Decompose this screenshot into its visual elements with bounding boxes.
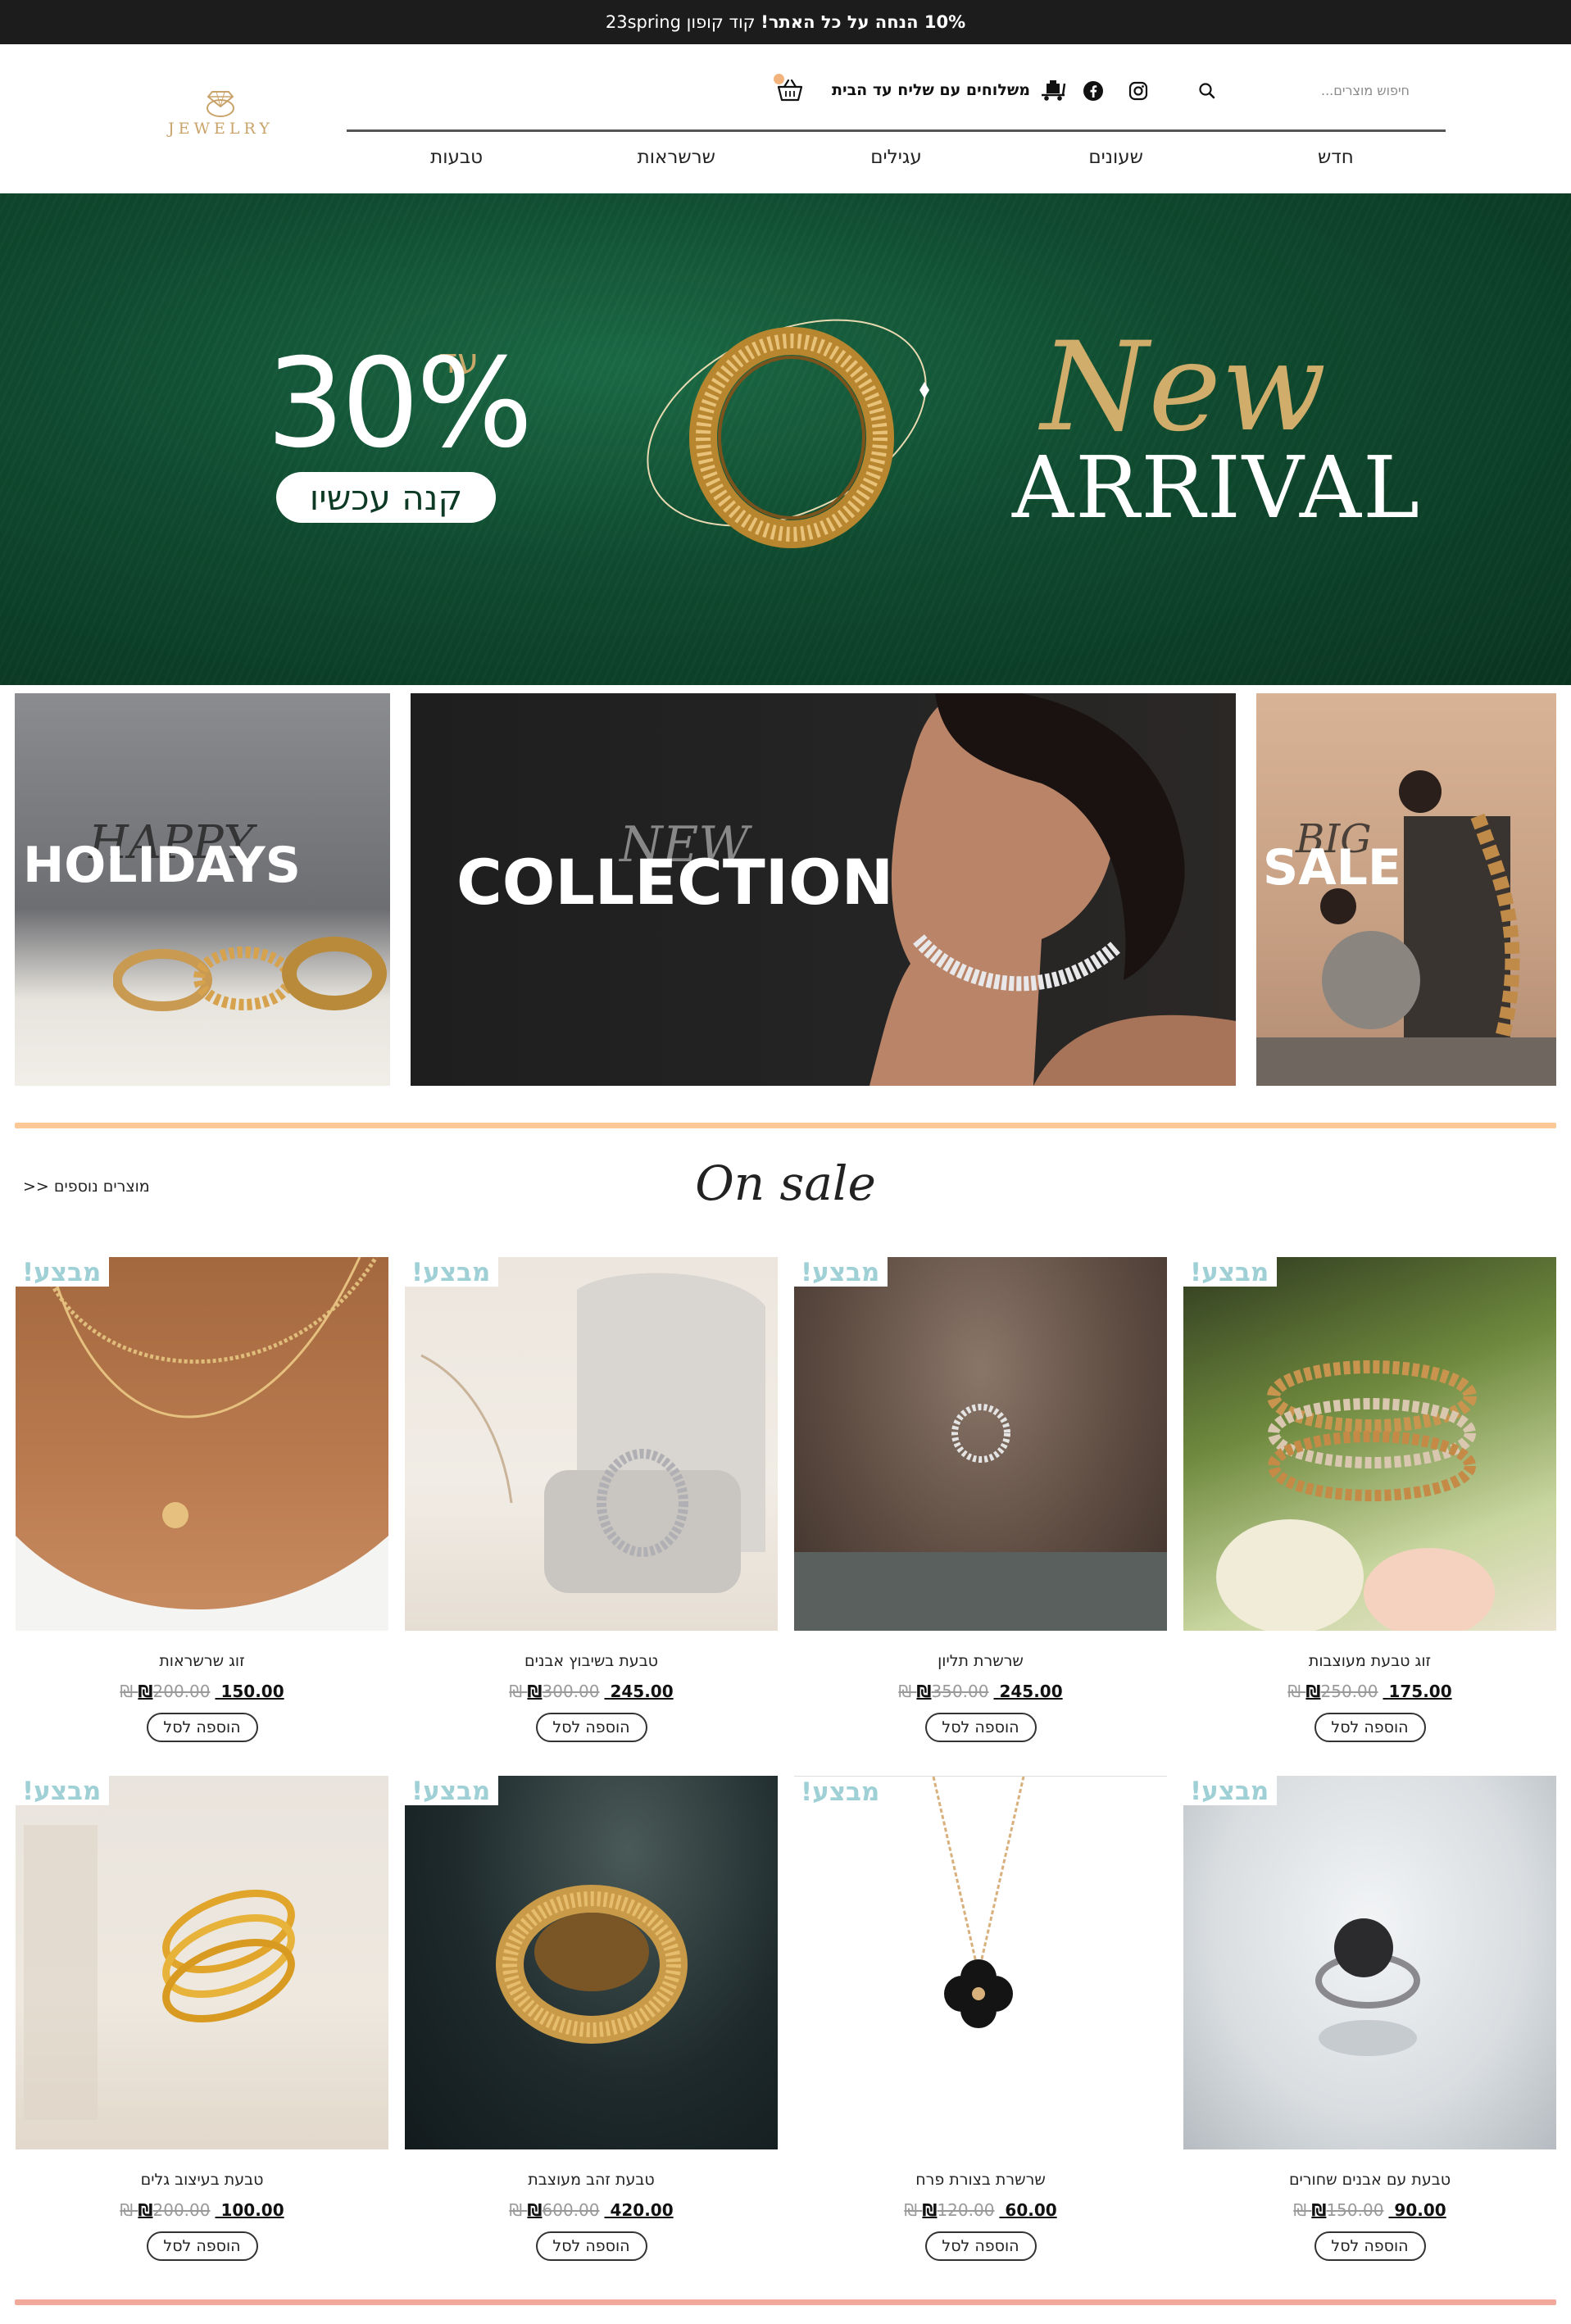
product-image[interactable]: מבצע! bbox=[16, 1257, 388, 1631]
shop-now-button[interactable]: קנה עכשיו bbox=[276, 472, 496, 523]
add-to-cart-button[interactable]: הוספה לסל bbox=[535, 2231, 647, 2261]
product-card[interactable]: מבצע! זוג שרשראות 150.00 ₪200.00 ₪ הוספה… bbox=[16, 1257, 388, 1742]
sale-badge: מבצע! bbox=[1183, 1776, 1278, 1805]
product-price: 245.00 ₪300.00 ₪ bbox=[509, 1682, 674, 1701]
sale-badge: מבצע! bbox=[794, 1777, 888, 1806]
sale-badge: מבצע! bbox=[16, 1257, 110, 1287]
gold-ring-image bbox=[647, 319, 929, 548]
add-to-cart-button[interactable]: הוספה לסל bbox=[535, 1713, 647, 1742]
product-price: 100.00 ₪200.00 ₪ bbox=[120, 2200, 284, 2220]
hero-arrival: ARRIVAL bbox=[1012, 438, 1422, 538]
product-card[interactable]: מבצע! טבעת עם אבנים שחורים 90.00 ₪150.00… bbox=[1183, 1776, 1556, 2261]
product-image[interactable]: מבצע! bbox=[794, 1257, 1167, 1631]
product-card[interactable]: מבצע! שרשרת בצורת פרח 60.00 ₪120.00 ₪ הו… bbox=[794, 1776, 1167, 2261]
announcement-code: קוד קופון 23spring bbox=[605, 12, 756, 32]
shipping-text: משלוחים עם שליח עד הבית bbox=[832, 81, 1030, 99]
tile-holidays-title: HOLIDAYS bbox=[23, 837, 301, 894]
site-logo[interactable]: JEWELRY bbox=[168, 85, 273, 143]
product-price: 175.00 ₪250.00 ₪ bbox=[1287, 1682, 1452, 1701]
section-title: On sale bbox=[695, 1155, 876, 1211]
sale-badge: מבצע! bbox=[405, 1257, 499, 1287]
product-card[interactable]: מבצע! שרשרת תליון 245.00 ₪350.00 ₪ הוספה… bbox=[794, 1257, 1167, 1742]
cart-badge bbox=[774, 74, 784, 84]
product-image[interactable]: מבצע! bbox=[794, 1776, 1167, 2149]
add-to-cart-button[interactable]: הוספה לסל bbox=[146, 1713, 258, 1742]
add-to-cart-button[interactable]: הוספה לסל bbox=[146, 2231, 258, 2261]
product-image[interactable]: מבצע! bbox=[405, 1776, 778, 2149]
product-name[interactable]: טבעת בשיבוץ אבנים bbox=[405, 1652, 778, 1670]
sale-badge: מבצע! bbox=[1183, 1257, 1278, 1287]
section-divider-top bbox=[15, 1123, 1556, 1128]
shipping-info: משלוחים עם שליח עד הבית bbox=[832, 75, 1066, 105]
add-to-cart-button[interactable]: הוספה לסל bbox=[924, 1713, 1037, 1742]
tile-sale-title: SALE bbox=[1263, 839, 1401, 896]
add-to-cart-button[interactable]: הוספה לסל bbox=[924, 2231, 1037, 2261]
instagram-icon[interactable] bbox=[1124, 77, 1152, 105]
product-name[interactable]: שרשרת בצורת פרח bbox=[794, 2171, 1167, 2189]
cart-button[interactable] bbox=[774, 74, 806, 107]
tile-collection[interactable]: NEW COLLECTION bbox=[411, 693, 1236, 1086]
rings-photo bbox=[113, 937, 387, 1011]
diamond-ring-icon bbox=[207, 91, 234, 117]
section-divider-bottom bbox=[15, 2299, 1556, 2305]
facebook-icon[interactable] bbox=[1079, 77, 1107, 105]
hero-banner[interactable]: עד 30% קנה עכשיו New ARRIVAL bbox=[0, 193, 1571, 685]
nav-item-earrings[interactable]: עגילים bbox=[786, 141, 1006, 174]
sale-badge: מבצע! bbox=[405, 1776, 499, 1805]
nav-item-necklaces[interactable]: שרשראות bbox=[566, 141, 786, 174]
product-name[interactable]: טבעת זהב מעוצבת bbox=[405, 2171, 778, 2189]
search-input[interactable]: חיפוש מוצרים... bbox=[1321, 83, 1410, 98]
main-nav: חדש שעונים עגילים שרשראות טבעות bbox=[347, 141, 1446, 174]
product-price: 150.00 ₪200.00 ₪ bbox=[120, 1682, 284, 1701]
product-card[interactable]: מבצע! טבעת זהב מעוצבת 420.00 ₪600.00 ₪ ה… bbox=[405, 1776, 778, 2261]
more-products-link[interactable]: מוצרים נוספים << bbox=[23, 1178, 150, 1196]
product-name[interactable]: טבעת בעיצוב גלים bbox=[16, 2171, 388, 2189]
search-icon[interactable] bbox=[1193, 77, 1221, 105]
product-price: 60.00 ₪120.00 ₪ bbox=[904, 2200, 1057, 2220]
delivery-cart-icon bbox=[1041, 80, 1066, 101]
product-price: 90.00 ₪150.00 ₪ bbox=[1293, 2200, 1446, 2220]
product-price: 245.00 ₪350.00 ₪ bbox=[898, 1682, 1063, 1701]
product-image[interactable]: מבצע! bbox=[1183, 1776, 1556, 2149]
hero-discount: 30% bbox=[266, 333, 533, 475]
tile-collection-title: COLLECTION bbox=[456, 846, 894, 919]
product-card[interactable]: מבצע! טבעת בשיבוץ אבנים 245.00 ₪300.00 ₪… bbox=[405, 1257, 778, 1742]
add-to-cart-button[interactable]: הוספה לסל bbox=[1314, 2231, 1426, 2261]
product-image[interactable]: מבצע! bbox=[1183, 1257, 1556, 1631]
product-name[interactable]: זוג טבעת מעוצבות bbox=[1183, 1652, 1556, 1670]
product-name[interactable]: זוג שרשראות bbox=[16, 1652, 388, 1670]
header-divider bbox=[347, 129, 1446, 132]
add-to-cart-button[interactable]: הוספה לסל bbox=[1314, 1713, 1426, 1742]
nav-item-new[interactable]: חדש bbox=[1226, 141, 1446, 174]
logo-text: JEWELRY bbox=[168, 120, 274, 138]
sale-badge: מבצע! bbox=[794, 1257, 888, 1287]
product-card[interactable]: מבצע! זוג טבעת מעוצבות 175.00 ₪250.00 ₪ … bbox=[1183, 1257, 1556, 1742]
product-image[interactable]: מבצע! bbox=[405, 1257, 778, 1631]
product-image[interactable]: מבצע! bbox=[16, 1776, 388, 2149]
nav-item-rings[interactable]: טבעות bbox=[347, 141, 566, 174]
product-name[interactable]: טבעת עם אבנים שחורים bbox=[1183, 2171, 1556, 2189]
tile-holidays[interactable]: HAPPY HOLIDAYS bbox=[15, 693, 390, 1086]
sale-badge: מבצע! bbox=[16, 1776, 110, 1805]
announcement-bold: 10% הנחה על כל האתר! bbox=[761, 12, 966, 32]
tile-sale[interactable]: BIG SALE bbox=[1256, 693, 1556, 1086]
product-name[interactable]: שרשרת תליון bbox=[794, 1652, 1167, 1670]
product-price: 420.00 ₪600.00 ₪ bbox=[509, 2200, 674, 2220]
product-card[interactable]: מבצע! טבעת בעיצוב גלים 100.00 ₪200.00 ₪ … bbox=[16, 1776, 388, 2261]
announcement-bar: 10% הנחה על כל האתר! קוד קופון 23spring bbox=[0, 0, 1571, 44]
nav-item-watches[interactable]: שעונים bbox=[1006, 141, 1226, 174]
